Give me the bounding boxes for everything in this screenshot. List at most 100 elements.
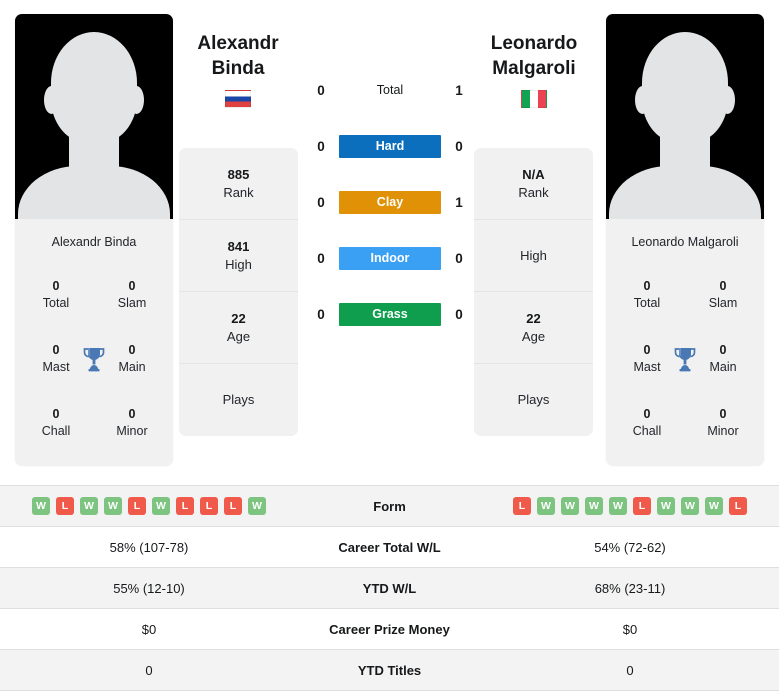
form-badge-win[interactable]: W <box>32 497 50 515</box>
comparison-value-left: 55% (12-10) <box>0 567 298 609</box>
surface-score-left-clay: 0 <box>317 194 325 210</box>
rank-row-plays-right: Plays <box>474 364 593 436</box>
comparison-value-left: 0 <box>0 649 298 691</box>
form-badge-win[interactable]: W <box>152 497 170 515</box>
player-name-heading-left[interactable]: Alexandr Binda <box>168 32 308 109</box>
rank-row-high-right: High <box>474 220 593 292</box>
surface-badge-total[interactable]: Total <box>339 79 441 102</box>
surface-row-indoor: 0 Indoor 0 <box>308 230 472 286</box>
form-badge-loss[interactable]: L <box>128 497 146 515</box>
form-strip-right: LWWWWLWWWL <box>481 497 779 515</box>
player-card-left[interactable]: Alexandr Binda 0 Total 0 Slam 0 Mast 0 M… <box>15 14 173 466</box>
surface-head-to-head-stack: 0 Total 1 0 Hard 0 0 Clay 1 0 Indoor 0 0 Grass 0 <box>308 62 472 342</box>
form-badge-loss[interactable]: L <box>224 497 242 515</box>
titles-total-value-left: 0 <box>52 279 60 293</box>
comparison-row-label: Career Total W/L <box>298 526 481 568</box>
surface-score-right-grass: 0 <box>455 306 463 322</box>
titles-chall-label-right: Chall <box>632 423 662 438</box>
titles-chall-label-left: Chall <box>41 423 71 438</box>
surface-badge-indoor[interactable]: Indoor <box>339 246 441 270</box>
player-first-name-right: Leonardo <box>490 33 578 54</box>
avatar-silhouette-head <box>51 32 137 144</box>
comparison-value-right: 0 <box>481 649 779 691</box>
rank-label-left: Rank <box>223 184 254 200</box>
trophy-icon <box>674 348 696 372</box>
rank-row-age-right: 22 Age <box>474 292 593 364</box>
form-badge-loss[interactable]: L <box>200 497 218 515</box>
head-to-head-top-section: Alexandr Binda 0 Total 0 Slam 0 Mast 0 M… <box>0 0 779 485</box>
surface-badge-hard[interactable]: Hard <box>339 134 441 158</box>
titles-mast-label-left: Mast <box>42 359 70 374</box>
form-badge-loss[interactable]: L <box>729 497 747 515</box>
titles-cell-chall-left: 0 Chall <box>25 406 87 440</box>
form-badge-win[interactable]: W <box>681 497 699 515</box>
surface-badge-grass[interactable]: Grass <box>339 302 441 326</box>
player-name-heading-right[interactable]: Leonardo Malgaroli <box>464 32 604 109</box>
surface-score-right-hard: 0 <box>455 138 463 154</box>
trophy-icon <box>83 348 105 372</box>
titles-mast-label-right: Mast <box>633 359 661 374</box>
titles-grid-right: 0 Total 0 Slam 0 Mast 0 Main 0 Chall 0 M… <box>606 264 764 464</box>
surface-row-hard: 0 Hard 0 <box>308 118 472 174</box>
table-row: $0 Career Prize Money $0 <box>0 608 779 650</box>
player-last-name-left: Binda <box>211 57 265 79</box>
avatar-silhouette-ear-right <box>720 86 735 114</box>
rank-row-high-left: 841 High <box>179 220 298 292</box>
surface-score-right-total: 1 <box>455 82 463 98</box>
titles-slam-value-left: 0 <box>128 279 136 293</box>
rank-card-right: N/A Rank High 22 Age Plays <box>474 148 593 436</box>
surface-score-right-indoor: 0 <box>455 250 463 266</box>
comparison-row-label: YTD Titles <box>298 649 481 691</box>
comparison-value-right: $0 <box>481 608 779 650</box>
player-card-right[interactable]: Leonardo Malgaroli 0 Total 0 Slam 0 Mast <box>606 14 764 466</box>
rank-row-rank-left: 885 Rank <box>179 148 298 220</box>
rank-label-right: Rank <box>518 184 549 200</box>
titles-cell-mast-right: 0 Mast <box>616 342 678 376</box>
form-badge-loss[interactable]: L <box>633 497 651 515</box>
table-row: W L W W L W L L L W Form L W W W W L W W W L <box>0 485 779 527</box>
player-photo-name-right: Leonardo Malgaroli <box>631 234 739 249</box>
form-badge-win[interactable]: W <box>248 497 266 515</box>
avatar-silhouette-body <box>609 166 761 219</box>
player-photo-name-left: Alexandr Binda <box>51 234 137 249</box>
form-badge-win[interactable]: W <box>705 497 723 515</box>
titles-cell-minor-right: 0 Minor <box>692 406 754 440</box>
form-badge-loss[interactable]: L <box>56 497 74 515</box>
form-badge-win[interactable]: W <box>657 497 675 515</box>
surface-row-grass: 0 Grass 0 <box>308 286 472 342</box>
avatar-silhouette-body <box>18 166 170 219</box>
rank-value-left: 885 <box>227 166 250 182</box>
high-value-left: 841 <box>227 238 250 254</box>
titles-row-total-slam-right: 0 Total 0 Slam <box>616 272 754 336</box>
surface-score-left-grass: 0 <box>317 306 325 322</box>
form-badge-loss[interactable]: L <box>176 497 194 515</box>
italy-flag-icon <box>521 90 547 109</box>
surface-badge-clay[interactable]: Clay <box>339 190 441 214</box>
age-label-right: Age <box>521 328 546 344</box>
comparison-row-label: Career Prize Money <box>298 608 481 650</box>
avatar-silhouette-ear-left <box>635 86 650 114</box>
titles-cell-total-right: 0 Total <box>616 278 678 312</box>
comparison-value-right: LWWWWLWWWL <box>481 485 779 527</box>
titles-slam-label-right: Slam <box>708 295 738 310</box>
rank-row-age-left: 22 Age <box>179 292 298 364</box>
titles-main-label-right: Main <box>709 359 737 374</box>
surface-row-total: 0 Total 1 <box>308 62 472 118</box>
form-badge-win[interactable]: W <box>104 497 122 515</box>
comparison-value-left: 58% (107-78) <box>0 526 298 568</box>
titles-cell-mast-left: 0 Mast <box>25 342 87 376</box>
form-badge-loss[interactable]: L <box>513 497 531 515</box>
titles-total-value-right: 0 <box>643 279 651 293</box>
avatar-silhouette-ear-right <box>129 86 144 114</box>
surface-score-left-total: 0 <box>317 82 325 98</box>
form-badge-win[interactable]: W <box>585 497 603 515</box>
form-badge-win[interactable]: W <box>537 497 555 515</box>
titles-cell-slam-right: 0 Slam <box>692 278 754 312</box>
form-badge-win[interactable]: W <box>561 497 579 515</box>
age-value-right: 22 <box>526 310 541 326</box>
form-badge-win[interactable]: W <box>80 497 98 515</box>
player-last-name-right: Malgaroli <box>492 57 576 79</box>
form-badge-win[interactable]: W <box>609 497 627 515</box>
player-comparison-table: W L W W L W L L L W Form L W W W W L W W W L 58% (107-78) Care… <box>0 485 779 691</box>
titles-cell-chall-right: 0 Chall <box>616 406 678 440</box>
